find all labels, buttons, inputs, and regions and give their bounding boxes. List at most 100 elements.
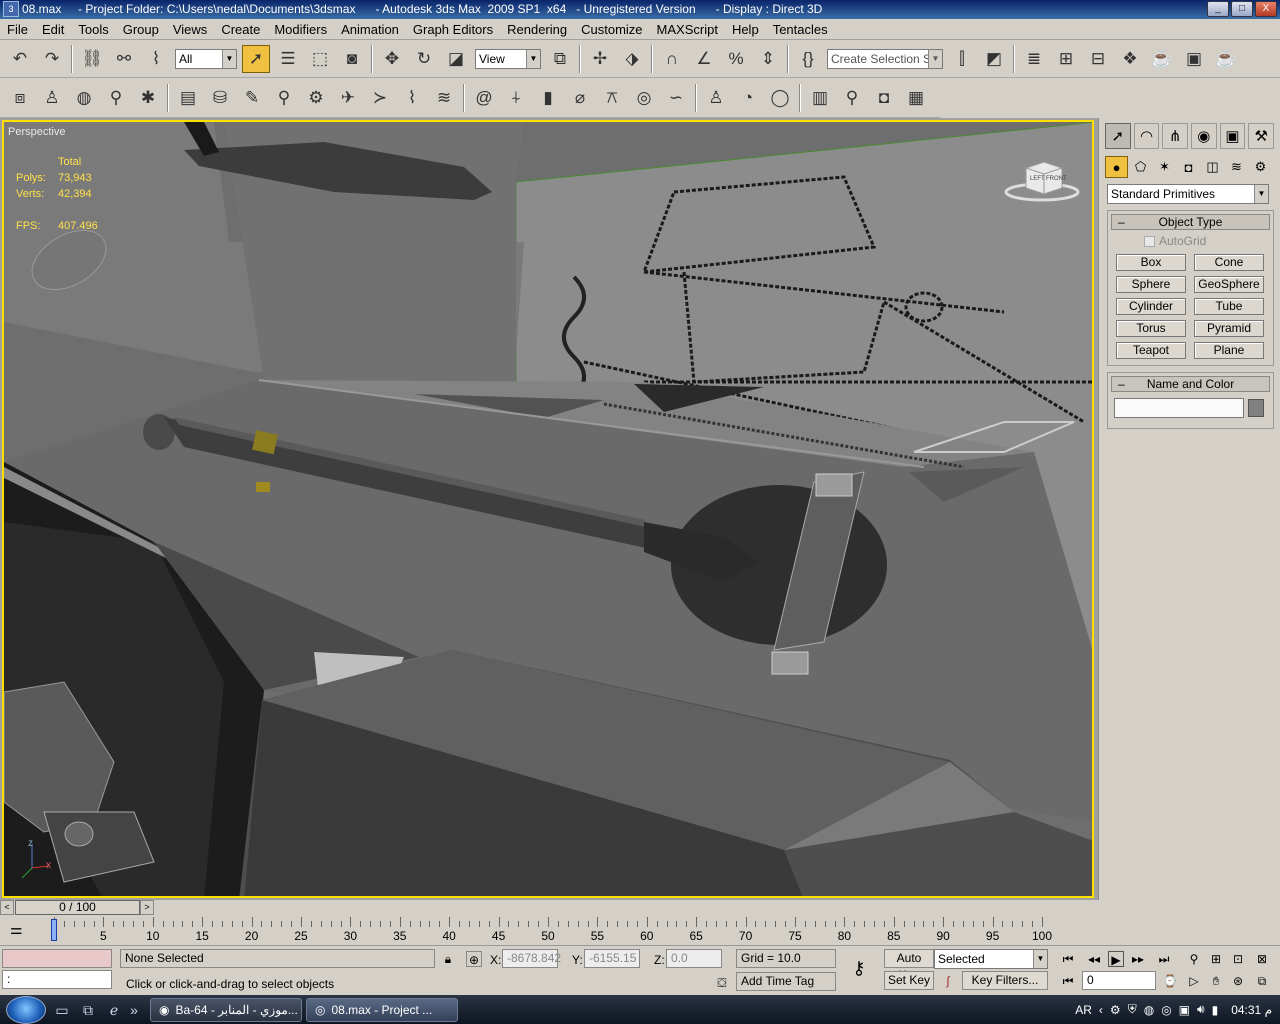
- reference-coordinate-dropdown[interactable]: View ▼: [475, 48, 541, 69]
- torus-button[interactable]: Torus: [1116, 320, 1186, 337]
- unlink-icon[interactable]: ⚯: [110, 45, 138, 73]
- select-manipulate-icon[interactable]: ✢: [586, 45, 614, 73]
- curve-editor-icon[interactable]: ⊞: [1052, 45, 1080, 73]
- render-setup-icon[interactable]: ☕: [1148, 45, 1176, 73]
- menu-group[interactable]: Group: [116, 22, 166, 37]
- motion-tab-icon[interactable]: ◉: [1191, 123, 1217, 149]
- pivot-center-icon[interactable]: ⧉: [546, 45, 574, 73]
- helpers-icon[interactable]: ◫: [1201, 156, 1224, 178]
- go-to-start-icon[interactable]: ⏮: [1060, 951, 1076, 967]
- menu-animation[interactable]: Animation: [334, 22, 406, 37]
- start-button[interactable]: [6, 995, 46, 1024]
- plane-button[interactable]: Plane: [1194, 342, 1264, 359]
- bone-icon[interactable]: ⍭: [502, 84, 530, 112]
- cone-button[interactable]: Cone: [1194, 254, 1264, 271]
- pyramid-button[interactable]: Pyramid: [1194, 320, 1264, 337]
- rectangular-selection-icon[interactable]: ⬚: [306, 45, 334, 73]
- name-and-color-header[interactable]: – Name and Color: [1111, 376, 1270, 392]
- absolute-mode-icon[interactable]: ⊕: [466, 951, 482, 967]
- time-slider-thumb[interactable]: 0 / 100: [15, 900, 140, 915]
- figure-icon[interactable]: ⚻: [598, 84, 626, 112]
- tray-arrow-icon[interactable]: ‹: [1099, 1003, 1103, 1017]
- rope-icon[interactable]: ∽: [662, 84, 690, 112]
- cloth-icon[interactable]: ♙: [702, 84, 730, 112]
- angle-snap-icon[interactable]: ∠: [690, 45, 718, 73]
- y-coordinate-field[interactable]: -6155.15: [584, 949, 640, 968]
- puppet-icon[interactable]: ✱: [134, 84, 162, 112]
- geosphere-button[interactable]: GeoSphere: [1194, 276, 1264, 293]
- current-frame-field[interactable]: 0: [1082, 971, 1156, 990]
- quick-launch-expand-icon[interactable]: »: [128, 1000, 140, 1020]
- ring-icon[interactable]: ◯: [766, 84, 794, 112]
- perspective-viewport[interactable]: Perspective Total Polys: 73,943 Verts: 42,…: [2, 120, 1094, 898]
- menu-rendering[interactable]: Rendering: [500, 22, 574, 37]
- power-icon[interactable]: ▮: [1212, 1003, 1219, 1017]
- rendered-frame-window-icon[interactable]: ▣: [1180, 45, 1208, 73]
- monitor-icon[interactable]: ▣: [1179, 1003, 1190, 1017]
- pen-icon[interactable]: ✎: [238, 84, 266, 112]
- tube-button[interactable]: Tube: [1194, 298, 1264, 315]
- add-time-tag-button[interactable]: Add Time Tag: [736, 972, 836, 991]
- create-tab-icon[interactable]: ➚: [1105, 123, 1131, 149]
- field-of-view-icon[interactable]: ▷: [1186, 973, 1202, 989]
- redo-icon[interactable]: ↷: [38, 45, 66, 73]
- material-editor-icon[interactable]: ❖: [1116, 45, 1144, 73]
- network-icon[interactable]: ⚙: [1110, 1003, 1121, 1017]
- rotate-icon[interactable]: ↻: [410, 45, 438, 73]
- gear-icon[interactable]: ⚙: [302, 84, 330, 112]
- selection-filter-dropdown[interactable]: All ▼: [175, 48, 237, 69]
- pan-icon[interactable]: ✋︎: [1208, 973, 1224, 989]
- sphere-icon[interactable]: ◍: [70, 84, 98, 112]
- shapes-icon[interactable]: ⬠: [1129, 156, 1152, 178]
- x-coordinate-field[interactable]: -8678.842: [502, 949, 561, 968]
- previous-frame-icon[interactable]: ◂◂: [1086, 951, 1102, 967]
- undo-icon[interactable]: ↶: [6, 45, 34, 73]
- zoom-all-icon[interactable]: ⊞: [1208, 951, 1224, 967]
- window-crossing-icon[interactable]: ◙: [338, 45, 366, 73]
- select-link-icon[interactable]: ⛓: [78, 45, 106, 73]
- wheel-icon[interactable]: ◔: [734, 84, 762, 112]
- film-icon[interactable]: ▦: [902, 84, 930, 112]
- browser-icon[interactable]: ℯ: [104, 1000, 124, 1020]
- hierarchy-tab-icon[interactable]: ⋔: [1162, 123, 1189, 149]
- teapot-button[interactable]: Teapot: [1116, 342, 1186, 359]
- cylinder-button[interactable]: Cylinder: [1116, 298, 1186, 315]
- shield-icon[interactable]: ⛨: [1128, 1002, 1137, 1017]
- track-bar[interactable]: ⚌ 05101520253035404550556065707580859095…: [0, 915, 1100, 945]
- object-color-swatch[interactable]: [1248, 399, 1264, 417]
- search-icon[interactable]: ⚲: [270, 84, 298, 112]
- percent-snap-icon[interactable]: %: [722, 45, 750, 73]
- zoom-extents-icon[interactable]: ⊡: [1230, 951, 1246, 967]
- quick-render-icon[interactable]: ☕: [1212, 45, 1240, 73]
- set-key-button[interactable]: Set Key: [884, 971, 934, 990]
- spinner-snap-icon[interactable]: ⇕: [754, 45, 782, 73]
- align-icon[interactable]: ◩: [980, 45, 1008, 73]
- auto-key-button[interactable]: Auto Key: [884, 949, 934, 982]
- menu-edit[interactable]: Edit: [35, 22, 71, 37]
- menu-modifiers[interactable]: Modifiers: [267, 22, 334, 37]
- layer-manager-icon[interactable]: ≣: [1020, 45, 1048, 73]
- view-cube[interactable]: LEFT FRONT: [1004, 160, 1080, 202]
- zoom-extents-all-icon[interactable]: ⊠: [1254, 951, 1270, 967]
- script-icon[interactable]: ▥: [806, 84, 834, 112]
- menu-help[interactable]: Help: [725, 22, 766, 37]
- time-slider-next-icon[interactable]: >: [140, 900, 154, 915]
- named-selection-set-dropdown[interactable]: Create Selection Set ▼: [827, 48, 943, 69]
- sphere-button[interactable]: Sphere: [1116, 276, 1186, 293]
- menu-graph-editors[interactable]: Graph Editors: [406, 22, 500, 37]
- barrel-icon[interactable]: ▮: [534, 84, 562, 112]
- maximize-viewport-icon[interactable]: ⧉: [1254, 973, 1270, 989]
- mirror-icon[interactable]: ⫿: [948, 45, 976, 73]
- cylinder-tool-icon[interactable]: ⛁: [206, 84, 234, 112]
- select-object-icon[interactable]: ➚: [242, 44, 270, 73]
- edit-named-selection-icon[interactable]: {}: [794, 45, 822, 73]
- menu-create[interactable]: Create: [214, 22, 267, 37]
- hair-icon[interactable]: ⌇: [398, 84, 426, 112]
- box-tool-icon[interactable]: ▤: [174, 84, 202, 112]
- time-tag-icon[interactable]: ⛋: [714, 975, 730, 991]
- snaps-toggle-icon[interactable]: ∩: [658, 45, 686, 73]
- schematic-view-icon[interactable]: ⊟: [1084, 45, 1112, 73]
- autogrid-checkbox[interactable]: AutoGrid: [1144, 234, 1273, 248]
- update-icon[interactable]: ◍: [1144, 1003, 1154, 1017]
- container-icon[interactable]: ⧈: [6, 84, 34, 112]
